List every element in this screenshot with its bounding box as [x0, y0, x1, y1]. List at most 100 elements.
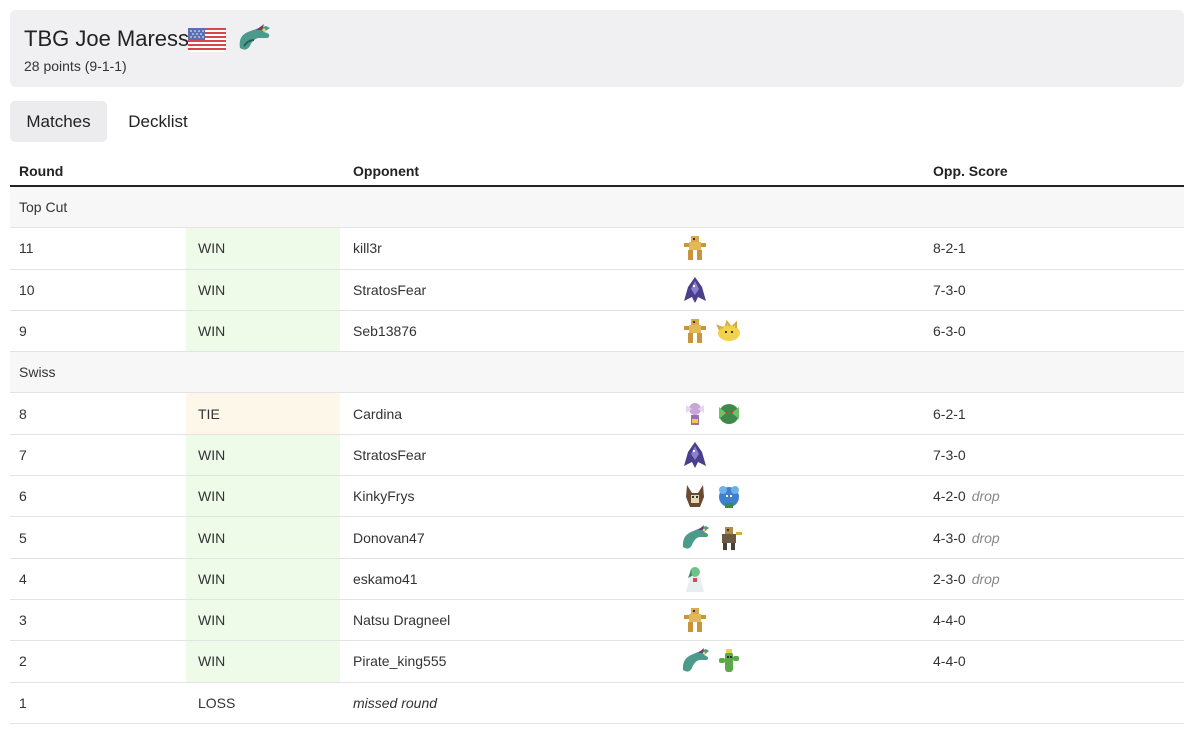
score-value: 6-2-1 — [933, 405, 966, 422]
player-points: 28 points (9-1-1) — [24, 58, 127, 74]
regidrago-sprite-icon — [684, 236, 706, 261]
round-number: 4 — [19, 570, 27, 587]
match-result: WIN — [186, 641, 340, 682]
opponent-deck[interactable] — [680, 517, 744, 557]
table-row[interactable]: 10 WIN StratosFear 7-3-0 — [10, 269, 1184, 311]
table-row[interactable]: 5 WIN Donovan47 4-3-0 drop — [10, 517, 1184, 559]
tab-decklist[interactable]: Decklist — [110, 101, 206, 142]
round-number: 11 — [19, 240, 34, 257]
round-number: 8 — [19, 405, 27, 422]
opponent-score: 8-2-1 — [933, 228, 966, 268]
round-number: 6 — [19, 488, 27, 505]
table-row[interactable]: 3 WIN Natsu Dragneel 4-4-0 — [10, 599, 1184, 642]
score-value: 4-2-0 — [933, 488, 966, 505]
table-body: Top Cut 11 WIN kill3r 8-2-1 10 WIN StratosFear 7… — [10, 187, 1184, 724]
opponent-deck[interactable] — [680, 311, 744, 351]
dragapult-sprite-icon — [682, 648, 709, 673]
header-round: Round — [19, 163, 64, 179]
score-value: 4-4-0 — [933, 653, 966, 670]
table-row[interactable]: 8 TIE Cardina 6-2-1 — [10, 393, 1184, 435]
opponent-name[interactable]: Seb13876 — [353, 311, 417, 351]
opponent-deck[interactable] — [680, 435, 710, 475]
purple-fairy-sprite-icon — [686, 402, 704, 425]
table-row[interactable]: 2 WIN Pirate_king555 4-4-0 — [10, 641, 1184, 683]
opponent-score: 4-2-0 drop — [933, 476, 1000, 516]
round-number: 9 — [19, 323, 27, 340]
opponent-score: 4-4-0 — [933, 600, 966, 640]
match-result: WIN — [186, 310, 340, 352]
drop-label: drop — [971, 570, 1000, 587]
match-result: TIE — [186, 393, 340, 434]
blue-plant-sprite-icon — [719, 486, 739, 509]
opponent-score: 4-3-0 drop — [933, 517, 1000, 557]
round-number: 3 — [19, 612, 27, 629]
green-leaf-sprite-icon — [719, 403, 739, 424]
matches-table: Round Opponent Opp. Score Top Cut 11 WIN ki… — [10, 152, 1184, 724]
section-row-swiss: Swiss — [10, 352, 1184, 394]
match-result: WIN — [186, 558, 340, 599]
score-value: 7-3-0 — [933, 281, 966, 298]
match-result: WIN — [186, 599, 340, 641]
table-row[interactable]: 1 LOSS missed round — [10, 683, 1184, 724]
round-number: 10 — [19, 281, 35, 298]
gardevoir-sprite-icon — [686, 566, 704, 592]
score-value: 7-3-0 — [933, 446, 966, 463]
opponent-score: 6-2-1 — [933, 393, 966, 433]
opponent-deck[interactable] — [680, 476, 744, 516]
dragapult-sprite-icon — [682, 524, 709, 549]
score-value: 4-4-0 — [933, 612, 966, 629]
opponent-deck[interactable] — [680, 559, 710, 599]
match-result: WIN — [186, 517, 340, 558]
opponent-deck[interactable] — [680, 641, 744, 681]
score-value: 2-3-0 — [933, 570, 966, 587]
tab-matches[interactable]: Matches — [10, 101, 107, 142]
opponent-name[interactable]: kill3r — [353, 228, 382, 268]
table-row[interactable]: 6 WIN KinkyFrys 4-2-0 drop — [10, 476, 1184, 518]
opponent-deck[interactable] — [680, 228, 710, 268]
table-row[interactable]: 4 WIN eskamo41 2-3-0 drop — [10, 558, 1184, 600]
match-result: WIN — [186, 269, 340, 310]
opponent-name[interactable]: Cardina — [353, 393, 402, 433]
dark-beast-sprite-icon — [684, 441, 706, 468]
round-number: 2 — [19, 653, 27, 670]
yellow-blob-sprite-icon — [715, 319, 740, 342]
table-row[interactable]: 7 WIN StratosFear 7-3-0 — [10, 434, 1184, 477]
opponent-score: 2-3-0 drop — [933, 559, 1000, 599]
table-row[interactable]: 11 WIN kill3r 8-2-1 — [10, 228, 1184, 270]
opponent-deck[interactable] — [680, 600, 710, 640]
opponent-score: 6-3-0 — [933, 311, 966, 351]
regidrago-sprite-icon — [684, 608, 706, 633]
score-value: 6-3-0 — [933, 323, 966, 340]
opponent-name[interactable]: StratosFear — [353, 435, 426, 475]
opponent-deck[interactable] — [680, 270, 710, 310]
brown-warrior-sprite-icon — [722, 526, 742, 550]
opponent-score: 7-3-0 — [933, 270, 966, 310]
opponent-name: missed round — [353, 694, 438, 711]
opponent-score: 4-4-0 — [933, 641, 966, 681]
section-label: Top Cut — [19, 199, 68, 216]
opponent-deck[interactable] — [680, 393, 744, 433]
opponent-name[interactable]: Donovan47 — [353, 517, 425, 557]
match-result: LOSS — [198, 694, 236, 711]
opponent-name[interactable]: KinkyFrys — [353, 476, 414, 516]
round-number: 5 — [19, 529, 27, 546]
dark-beast-sprite-icon — [684, 276, 706, 303]
dragapult-sprite-icon — [234, 22, 274, 56]
opponent-name[interactable]: Natsu Dragneel — [353, 600, 450, 640]
header-opp-score: Opp. Score — [933, 163, 1008, 179]
opponent-score: 7-3-0 — [933, 435, 966, 475]
opponent-name[interactable]: StratosFear — [353, 270, 426, 310]
score-value: 4-3-0 — [933, 529, 966, 546]
brown-fox-sprite-icon — [686, 485, 704, 508]
match-result: WIN — [186, 228, 340, 269]
opponent-name[interactable]: eskamo41 — [353, 559, 418, 599]
match-result: WIN — [186, 434, 340, 476]
table-header: Round Opponent Opp. Score — [10, 152, 1184, 187]
score-value: 8-2-1 — [933, 240, 966, 257]
table-row[interactable]: 9 WIN Seb13876 6-3-0 — [10, 310, 1184, 353]
match-result: WIN — [186, 476, 340, 517]
player-name: TBG Joe Maressa — [24, 26, 202, 51]
opponent-name[interactable]: Pirate_king555 — [353, 641, 446, 681]
section-row-top-cut: Top Cut — [10, 187, 1184, 229]
us-flag-icon — [188, 28, 226, 52]
